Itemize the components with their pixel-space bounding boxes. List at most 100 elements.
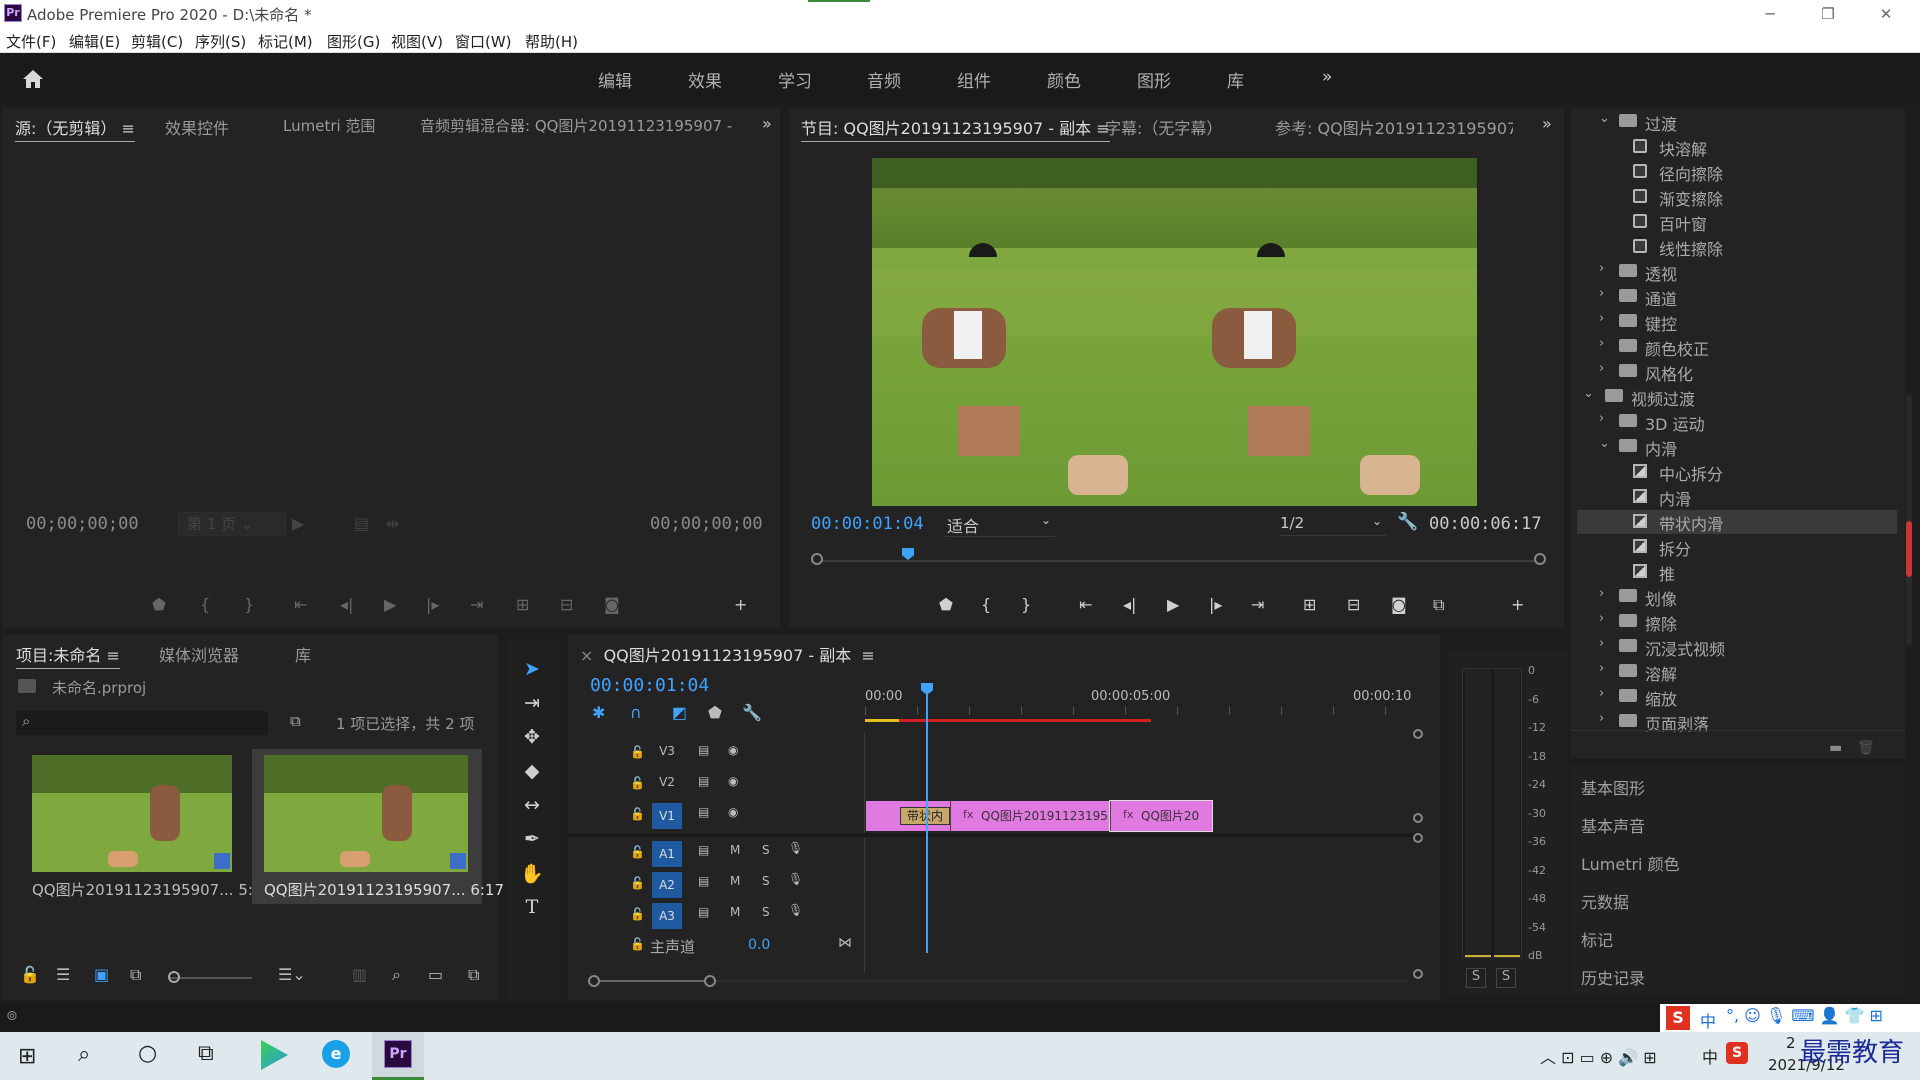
mute-button[interactable]: M (730, 843, 740, 857)
workspace-library[interactable]: 库 (1227, 67, 1244, 92)
fit-select[interactable]: 适合 ⌄ (945, 513, 1055, 537)
microphone-icon[interactable]: 🎙 (788, 841, 803, 855)
marker-icon[interactable]: ⬟ (152, 595, 166, 614)
automate-icon[interactable]: ▥ (352, 965, 367, 984)
source-timecode-left[interactable]: 00;00;00;00 (26, 514, 139, 534)
workspace-color[interactable]: 颜色 (1047, 67, 1081, 92)
microphone-icon[interactable]: 🎙 (788, 872, 803, 886)
project-search-input[interactable]: ⌕ (16, 711, 268, 735)
new-folder-icon[interactable]: ▬ (1829, 740, 1842, 756)
tab-timeline[interactable]: × QQ图片20191123195907 - 副本 ≡ (580, 642, 875, 666)
effect-tree-item[interactable]: 内滑 (1577, 485, 1897, 509)
effect-tree-item[interactable]: 拆分 (1577, 535, 1897, 559)
time-ruler[interactable]: 00:00 00:00:05:00 00:00:10 (865, 685, 1411, 725)
go-to-out-icon[interactable]: ⇥ (1251, 595, 1264, 614)
chevron-right-icon[interactable]: › (1599, 711, 1604, 726)
type-tool-icon[interactable]: T (519, 896, 545, 922)
tab-program[interactable]: 节目: QQ图片20191123195907 - 副本 ≡ (801, 115, 1110, 142)
workspace-effects[interactable]: 效果 (688, 67, 722, 92)
ime-indicator[interactable]: 中 (1702, 1044, 1718, 1068)
tab-source[interactable]: 源:（无剪辑） ≡ (15, 115, 135, 142)
effect-tree-item[interactable]: 带状内滑 (1577, 510, 1897, 534)
solo-button[interactable]: S (762, 843, 770, 857)
track-v2[interactable]: V2 (654, 775, 680, 793)
timeline-playhead[interactable] (926, 687, 928, 953)
wrench-icon[interactable]: 🔧 (1397, 512, 1418, 532)
mute-button[interactable]: M (730, 905, 740, 919)
trash-icon[interactable]: 🗑 (1857, 740, 1875, 756)
step-back-icon[interactable]: ◂| (340, 595, 353, 614)
media-player-icon[interactable] (261, 1040, 288, 1070)
ripple-edit-tool-icon[interactable]: ✥ (519, 726, 545, 752)
camera-icon[interactable]: ◙ (1391, 595, 1407, 614)
close-button[interactable]: ✕ (1866, 2, 1906, 26)
selection-tool-icon[interactable]: ➤ (519, 658, 545, 684)
marker-icon[interactable]: ⬟ (939, 595, 953, 614)
go-to-out-icon[interactable]: ⇥ (470, 595, 483, 614)
effect-tree-item[interactable]: 中心拆分 (1577, 460, 1897, 484)
hand-tool-icon[interactable]: ✋ (519, 862, 545, 888)
home-icon[interactable] (22, 69, 44, 89)
filmstrip-icon[interactable]: ▤ (698, 774, 709, 788)
filmstrip-icon[interactable]: ▤ (698, 743, 709, 757)
tab-effect-controls[interactable]: 效果控件 (165, 115, 229, 139)
sogou-tray-icon[interactable]: S (1726, 1042, 1748, 1064)
extract-icon[interactable]: ⊟ (1347, 595, 1360, 614)
microphone-icon[interactable]: 🎙 (788, 903, 803, 917)
master-volume[interactable]: 0.0 (748, 937, 770, 953)
clip-v1-c[interactable]: fx QQ图片20 (1109, 800, 1213, 832)
tab-libraries[interactable]: 库 (295, 642, 311, 666)
workspace-assembly[interactable]: 组件 (957, 67, 991, 92)
effect-tree-item[interactable]: › 3D 运动 (1577, 410, 1897, 434)
timeline-vertical-scrollbar[interactable] (1413, 729, 1423, 981)
effect-tree-item[interactable]: 径向擦除 (1577, 160, 1897, 184)
effect-tree-item[interactable]: › 缩放 (1577, 685, 1897, 709)
tab-project[interactable]: 项目:未命名 ≡ (16, 642, 120, 669)
tab-reference[interactable]: 参考: QQ图片20191123195907 - 副 (1275, 115, 1513, 139)
ime-mode[interactable]: 中 (1700, 1008, 1716, 1032)
pen-tool-icon[interactable]: ✒ (519, 828, 545, 854)
effect-tree-item[interactable]: 渐变擦除 (1577, 185, 1897, 209)
chevron-right-icon[interactable]: › (1599, 686, 1604, 701)
settings-icon[interactable]: ⇹ (386, 514, 399, 533)
cortana-icon[interactable]: ○ (138, 1041, 157, 1066)
track-lock-icon[interactable]: 🔓 (630, 807, 645, 821)
play-button-icon[interactable]: ▶ (1167, 595, 1179, 614)
more-tabs-icon[interactable]: » (1542, 114, 1552, 133)
restore-button[interactable]: ❐ (1808, 2, 1848, 26)
menu-clip[interactable]: 剪辑(C) (131, 31, 183, 52)
zoom-slider[interactable] (168, 977, 252, 979)
premiere-taskbar-button[interactable]: Pr (372, 1032, 424, 1080)
project-item-selected[interactable]: QQ图片20191123195907... 6:17 (252, 749, 504, 904)
panel-metadata[interactable]: 元数据 (1581, 889, 1629, 913)
go-to-in-icon[interactable]: ⇤ (294, 595, 307, 614)
chevron-right-icon[interactable]: › (1599, 636, 1604, 651)
solo-button[interactable]: S (762, 874, 770, 888)
chevron-down-icon[interactable]: ⌄ (1599, 111, 1610, 126)
eye-icon[interactable]: ◉ (728, 743, 738, 757)
play-button-icon[interactable]: ▶ (384, 595, 396, 614)
program-scrubber[interactable] (811, 548, 1546, 568)
chevron-right-icon[interactable]: › (1599, 411, 1604, 426)
play-icon[interactable]: ▶ (292, 514, 304, 533)
effect-tree-item[interactable]: › 划像 (1577, 585, 1897, 609)
menu-file[interactable]: 文件(F) (6, 31, 56, 52)
sogou-icon[interactable]: S (1666, 1006, 1690, 1030)
lift-icon[interactable]: ⊞ (1303, 595, 1316, 614)
panel-lumetri-color[interactable]: Lumetri 颜色 (1581, 851, 1680, 875)
effect-tree-item[interactable]: › 颜色校正 (1577, 335, 1897, 359)
meter-solo-left[interactable]: S (1466, 968, 1486, 988)
task-view-icon[interactable]: ⧉ (198, 1041, 214, 1066)
menu-graphics[interactable]: 图形(G) (327, 31, 380, 52)
track-a3[interactable]: A3 (652, 903, 682, 929)
sort-icon[interactable]: ☰⌄ (278, 965, 306, 984)
mark-in-icon[interactable]: { (981, 595, 991, 614)
track-lock-icon[interactable]: 🔓 (630, 845, 645, 859)
timeline-timecode[interactable]: 00:00:01:04 (590, 675, 709, 696)
program-video-frame[interactable] (872, 158, 1477, 506)
mute-button[interactable]: M (730, 874, 740, 888)
go-to-in-icon[interactable]: ⇤ (1079, 595, 1092, 614)
track-lock-icon[interactable]: 🔓 (630, 907, 645, 921)
overwrite-icon[interactable]: ⊟ (560, 595, 573, 614)
filmstrip-icon[interactable]: ▤ (698, 843, 709, 857)
